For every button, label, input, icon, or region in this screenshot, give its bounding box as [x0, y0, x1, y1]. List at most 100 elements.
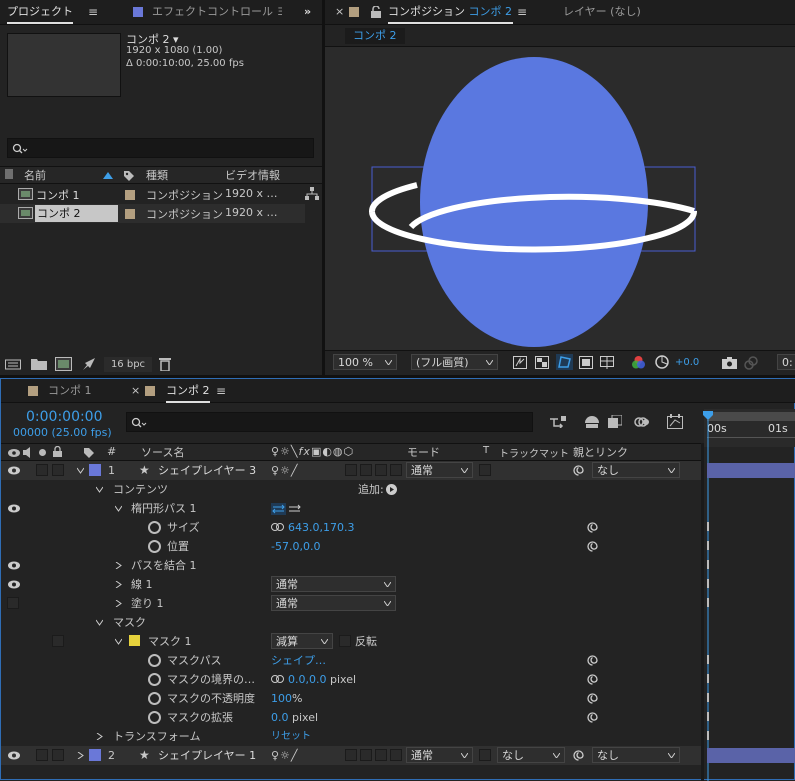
exposure-value[interactable]: +0.0 [675, 357, 699, 368]
pickwhip-icon[interactable] [587, 655, 598, 666]
mask-1-row[interactable]: マスク 1 減算 反転 [1, 632, 704, 651]
tab-project[interactable]: プロジェクト [7, 0, 73, 24]
col-video-info[interactable]: ビデオ情報 [225, 167, 280, 183]
sort-ascending-icon[interactable] [103, 172, 113, 179]
collapse-chevron-icon[interactable] [115, 505, 122, 512]
layer-2-duration-bar[interactable] [707, 748, 795, 763]
preserve-transparency-toggle[interactable] [479, 749, 491, 761]
stopwatch-icon[interactable] [148, 692, 161, 705]
new-composition-icon[interactable] [55, 357, 72, 371]
color-channels-icon[interactable] [631, 355, 646, 370]
mask-opacity-row[interactable]: マスクの不透明度 100% [1, 689, 704, 708]
layer-switches-icons[interactable]: ♀☼╱ [271, 461, 299, 480]
trash-icon[interactable] [159, 357, 171, 371]
panel-menu-icon[interactable]: ≡ [216, 379, 226, 403]
eye-icon[interactable] [8, 466, 20, 475]
mask-visibility-icon[interactable] [556, 354, 573, 370]
motion-blur-icon[interactable] [634, 415, 650, 429]
region-of-interest-icon[interactable] [579, 356, 593, 369]
item-label-swatch[interactable] [125, 190, 135, 200]
path-direction-icon[interactable] [271, 503, 303, 515]
project-item-row[interactable]: コンポ 1 コンポジション 1920 x … [0, 185, 305, 204]
layer-row-2[interactable]: 2 ★ シェイプレイヤー 1 ♀☼╱ 通常 なし なし [1, 746, 704, 765]
mask-expansion-row[interactable]: マスクの拡張 0.0 pixel [1, 708, 704, 727]
collapse-chevron-icon[interactable] [77, 467, 84, 474]
col-parent[interactable]: 親とリンク [573, 444, 628, 460]
mask-opacity-value[interactable]: 100% [271, 689, 302, 708]
merge-paths-row[interactable]: パスを結合 1 [1, 556, 704, 575]
switch-box[interactable] [345, 749, 357, 761]
col-type[interactable]: 種類 [146, 167, 168, 183]
parent-dropdown[interactable]: なし [592, 747, 680, 763]
invert-checkbox[interactable] [339, 635, 351, 647]
interpret-footage-icon[interactable] [5, 358, 21, 370]
timeline-divider[interactable] [701, 443, 704, 781]
close-tab-icon[interactable]: × [131, 379, 140, 403]
mask-expansion-value[interactable]: 0.0 pixel [271, 708, 318, 727]
layer-label-swatch[interactable] [89, 749, 101, 761]
fast-preview-icon[interactable] [513, 356, 527, 369]
layer-name[interactable]: シェイプレイヤー 1 [158, 746, 256, 765]
resolution-dropdown[interactable]: (フル画質) [411, 354, 498, 370]
visibility-off-toggle[interactable] [7, 597, 19, 609]
project-item-row[interactable]: コンポ 2 コンポジション 1920 x … [0, 204, 305, 223]
col-mode[interactable]: モード [407, 444, 440, 460]
eye-icon[interactable] [8, 504, 20, 513]
pickwhip-icon[interactable] [587, 541, 598, 552]
panel-menu-icon[interactable]: ≡ [88, 0, 98, 24]
layer-switches-icons[interactable]: ♀☼╱ [271, 746, 299, 765]
expand-chevron-icon[interactable] [115, 581, 122, 588]
show-snapshot-icon[interactable] [744, 356, 758, 370]
expand-chevron-icon[interactable] [115, 562, 122, 569]
flowchart-icon[interactable] [305, 187, 319, 201]
ellipse-path-row[interactable]: 楕円形パス 1 [1, 499, 704, 518]
lock-icon[interactable] [371, 6, 381, 18]
item-name-field[interactable]: コンポ 2 [35, 205, 118, 222]
switch-box[interactable] [390, 464, 402, 476]
constrain-link-icon[interactable] [271, 675, 284, 683]
mask-label-swatch[interactable] [129, 635, 140, 646]
contents-row[interactable]: コンテンツ 追加: [1, 480, 704, 499]
col-name[interactable]: 名前 [24, 167, 46, 183]
stopwatch-icon[interactable] [148, 673, 161, 686]
transparency-grid-icon[interactable] [535, 356, 549, 369]
stroke-mode-dropdown[interactable]: 通常 [271, 576, 396, 592]
exposure-reset-icon[interactable] [655, 355, 669, 369]
new-folder-icon[interactable] [31, 358, 47, 370]
expand-chevron-icon[interactable] [115, 600, 122, 607]
work-area-bar[interactable] [707, 412, 795, 421]
close-tab-icon[interactable]: × [335, 0, 344, 24]
size-property-row[interactable]: サイズ 643.0,170.3 [1, 518, 704, 537]
solo-toggle[interactable] [36, 464, 48, 476]
switch-box[interactable] [390, 749, 402, 761]
reset-link[interactable]: リセット [271, 727, 311, 746]
switch-box[interactable] [375, 464, 387, 476]
position-value[interactable]: -57.0,0.0 [271, 537, 320, 556]
stopwatch-icon[interactable] [148, 540, 161, 553]
masks-row[interactable]: マスク [1, 613, 704, 632]
layer-name[interactable]: シェイプレイヤー 3 [158, 461, 256, 480]
switch-box[interactable] [345, 464, 357, 476]
pickwhip-icon[interactable] [587, 522, 598, 533]
project-settings-icon[interactable] [82, 357, 96, 371]
trackmatte-dropdown[interactable]: なし [497, 747, 565, 763]
layer-row-1[interactable]: 1 ★ シェイプレイヤー 3 ♀☼╱ 通常 なし [1, 461, 704, 480]
collapse-chevron-icon[interactable] [115, 638, 122, 645]
tab-comp2[interactable]: コンポ 2 [166, 379, 210, 403]
panel-menu-icon[interactable]: ≡ [517, 0, 527, 24]
blend-mode-dropdown[interactable]: 通常 [406, 462, 473, 478]
preserve-transparency-toggle[interactable] [479, 464, 491, 476]
switch-box[interactable] [360, 464, 372, 476]
zoom-dropdown[interactable]: 100 % [333, 354, 397, 370]
stopwatch-icon[interactable] [148, 711, 161, 724]
shy-layers-icon[interactable] [584, 415, 600, 429]
tab-comp1[interactable]: コンポ 1 [48, 379, 92, 403]
stopwatch-icon[interactable] [148, 654, 161, 667]
mask-mode-dropdown[interactable]: 減算 [271, 633, 333, 649]
stopwatch-icon[interactable] [148, 521, 161, 534]
size-value[interactable]: 643.0,170.3 [288, 518, 354, 537]
fill-row[interactable]: 塗り 1 通常 [1, 594, 704, 613]
pickwhip-icon[interactable] [587, 674, 598, 685]
blend-mode-dropdown[interactable]: 通常 [406, 747, 473, 763]
timecode-field[interactable]: 0: [777, 354, 795, 370]
